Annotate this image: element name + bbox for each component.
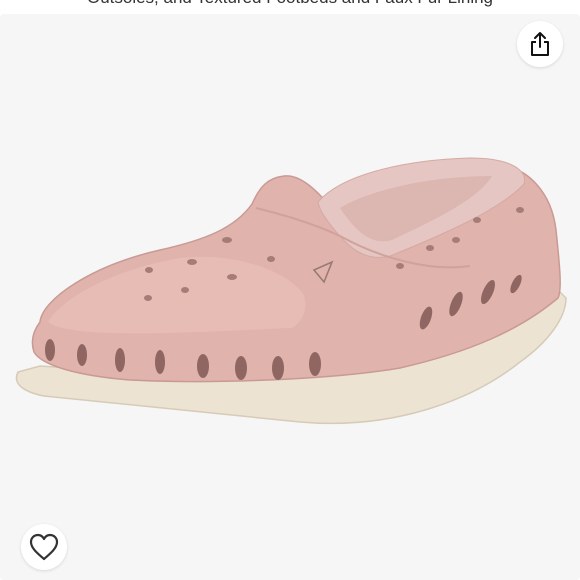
share-button[interactable]	[517, 21, 563, 67]
product-image[interactable]	[0, 0, 580, 580]
favorite-button[interactable]	[21, 524, 67, 570]
heart-outline-icon	[29, 533, 59, 561]
share-icon	[531, 32, 549, 56]
